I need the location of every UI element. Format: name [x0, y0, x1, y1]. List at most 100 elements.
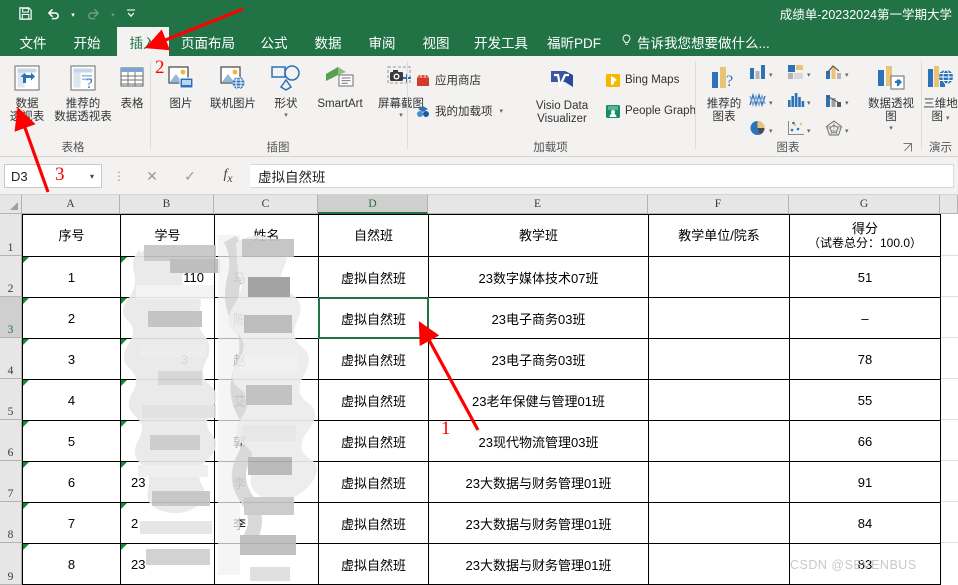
undo-dropdown-caret[interactable]: ▾: [68, 2, 78, 26]
cell-e9[interactable]: 23大数据与财务管理01班: [428, 543, 649, 585]
shapes-button[interactable]: 形状 ▾: [265, 60, 307, 119]
3d-map-button[interactable]: 三维地 图 ▾: [923, 60, 958, 124]
row-header-6[interactable]: 6: [0, 420, 22, 461]
scatter-chart-caret[interactable]: ▾: [807, 127, 811, 135]
cell-c2[interactable]: 马: [214, 256, 319, 298]
cell-d1[interactable]: 自然班: [318, 214, 429, 257]
cell-d8[interactable]: 虚拟自然班: [318, 502, 429, 544]
online-picture-button[interactable]: 联机图片: [204, 60, 262, 111]
visio-data-visualizer-button[interactable]: Visio Data Visualizer: [527, 62, 597, 126]
column-header-h[interactable]: [940, 195, 958, 214]
histogram-chart-caret[interactable]: ▾: [807, 99, 811, 107]
column-chart-button[interactable]: ▾: [749, 64, 773, 85]
formula-input[interactable]: 虚拟自然班: [250, 164, 954, 188]
cell-a4[interactable]: 3: [22, 338, 121, 380]
cell-e4[interactable]: 23电子商务03班: [428, 338, 649, 380]
people-graph-button[interactable]: People Graph: [605, 103, 696, 119]
cell-d2[interactable]: 虚拟自然班: [318, 256, 429, 298]
cell-g8[interactable]: 84: [789, 502, 941, 544]
pie-chart-button[interactable]: ▾: [749, 120, 773, 141]
cell-b5[interactable]: [120, 379, 215, 421]
tab-review[interactable]: 审阅: [357, 27, 407, 56]
pivot-chart-caret[interactable]: ▾: [889, 125, 893, 132]
cell-g3[interactable]: –: [789, 297, 941, 339]
tab-foxit-pdf[interactable]: 福昕PDF: [540, 27, 608, 56]
cell-g1[interactable]: 得分 （试卷总分：100.0）: [789, 214, 941, 257]
cell-a3[interactable]: 2: [22, 297, 121, 339]
column-header-d[interactable]: D: [318, 195, 428, 214]
cell-f4[interactable]: [648, 338, 790, 380]
cell-b4[interactable]: 3: [120, 338, 215, 380]
line-chart-caret[interactable]: ▾: [769, 99, 773, 107]
tab-home[interactable]: 开始: [62, 27, 112, 56]
column-header-g[interactable]: G: [789, 195, 940, 214]
bar-chart-caret[interactable]: ▾: [807, 71, 811, 79]
cell-e1[interactable]: 教学班: [428, 214, 649, 257]
column-header-b[interactable]: B: [120, 195, 214, 214]
tab-formulas[interactable]: 公式: [249, 27, 299, 56]
radar-chart-caret[interactable]: ▾: [845, 127, 849, 135]
name-box[interactable]: D3 ▾: [4, 164, 102, 188]
cell-c6[interactable]: 郭: [214, 420, 319, 462]
undo-icon[interactable]: [40, 2, 66, 26]
tab-file[interactable]: 文件: [8, 27, 58, 56]
cell-a1[interactable]: 序号: [22, 214, 121, 257]
my-addins-button[interactable]: 我的加载项 ▾: [415, 103, 503, 119]
histogram-chart-button[interactable]: ▾: [787, 92, 811, 113]
column-header-a[interactable]: A: [22, 195, 120, 214]
line-chart-button[interactable]: ▾: [749, 92, 773, 113]
tab-developer[interactable]: 开发工具: [465, 27, 537, 56]
tab-insert[interactable]: 插入: [117, 27, 169, 56]
column-header-c[interactable]: C: [214, 195, 318, 214]
cell-d4[interactable]: 虚拟自然班: [318, 338, 429, 380]
customize-qat-icon[interactable]: [126, 2, 136, 26]
column-header-e[interactable]: E: [428, 195, 648, 214]
cell-d7[interactable]: 虚拟自然班: [318, 461, 429, 503]
store-button[interactable]: 应用商店: [415, 72, 481, 88]
cell-a8[interactable]: 7: [22, 502, 121, 544]
cell-b3[interactable]: [120, 297, 215, 339]
cell-a6[interactable]: 5: [22, 420, 121, 462]
cell-c1[interactable]: 姓名: [214, 214, 319, 257]
column-chart-caret[interactable]: ▾: [769, 71, 773, 79]
tell-me-box[interactable]: 告诉我您想要做什么...: [612, 27, 782, 56]
cell-e5[interactable]: 23老年保健与管理01班: [428, 379, 649, 421]
row-header-8[interactable]: 8: [0, 502, 22, 543]
cell-f8[interactable]: [648, 502, 790, 544]
cell-a7[interactable]: 6: [22, 461, 121, 503]
tab-data[interactable]: 数据: [303, 27, 353, 56]
row-header-5[interactable]: 5: [0, 379, 22, 420]
cell-d5[interactable]: 虚拟自然班: [318, 379, 429, 421]
cell-d9[interactable]: 虚拟自然班: [318, 543, 429, 585]
cell-g2[interactable]: 51: [789, 256, 941, 298]
cell-g5[interactable]: 55: [789, 379, 941, 421]
pivot-chart-button[interactable]: 数据透视图 ▾: [863, 60, 919, 132]
row-header-2[interactable]: 2: [0, 256, 22, 297]
cell-c8[interactable]: 李: [214, 502, 319, 544]
tab-page-layout[interactable]: 页面布局: [172, 27, 244, 56]
cell-f1[interactable]: 教学单位/院系: [648, 214, 790, 257]
cell-c4[interactable]: 赵: [214, 338, 319, 380]
row-header-3[interactable]: 3: [0, 297, 22, 338]
cell-c7[interactable]: 李: [214, 461, 319, 503]
smartart-button[interactable]: SmartArt: [309, 60, 371, 111]
bar-chart-button[interactable]: ▾: [787, 64, 811, 85]
cell-a2[interactable]: 1: [22, 256, 121, 298]
fill-handle[interactable]: [425, 334, 430, 339]
combo-chart-button[interactable]: ▾: [825, 64, 849, 85]
cell-b2[interactable]: 110: [120, 256, 215, 298]
cell-b8[interactable]: 2: [120, 502, 215, 544]
recommended-charts-button[interactable]: ? 推荐的 图表: [701, 60, 747, 124]
cell-a9[interactable]: 8: [22, 543, 121, 585]
picture-button[interactable]: 图片: [160, 60, 202, 111]
cell-f5[interactable]: [648, 379, 790, 421]
cell-f2[interactable]: [648, 256, 790, 298]
row-header-7[interactable]: 7: [0, 461, 22, 502]
combo-chart-caret[interactable]: ▾: [845, 71, 849, 79]
confirm-icon[interactable]: ✓: [171, 164, 209, 188]
cancel-icon[interactable]: ✕: [133, 164, 171, 188]
pivot-table-button[interactable]: 数据 透视表: [4, 60, 50, 124]
cell-c3[interactable]: 陈: [214, 297, 319, 339]
screenshot-dropdown-caret[interactable]: ▾: [399, 112, 403, 119]
fx-icon[interactable]: fx: [209, 164, 247, 188]
